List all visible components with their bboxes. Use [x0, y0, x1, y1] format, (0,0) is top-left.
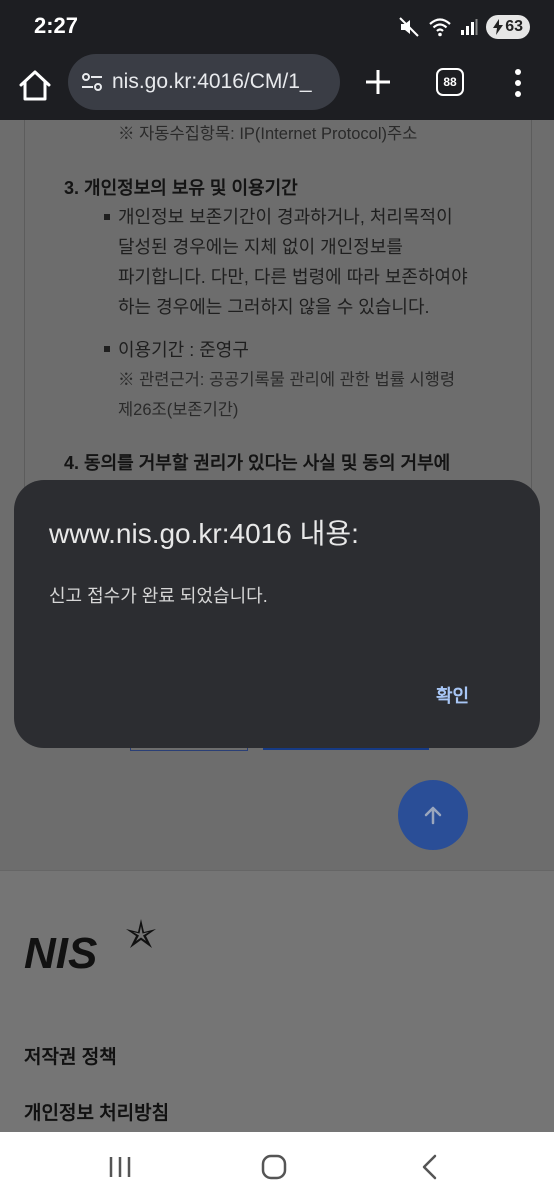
signal-icon: [461, 19, 478, 35]
basis-line: ※ 관련근거: 공공기록물 관리에 관한 법률 시행령: [118, 371, 456, 389]
star-icon: [126, 919, 156, 948]
dialog-message: 신고 접수가 완료 되었습니다.: [49, 586, 268, 606]
back-icon[interactable]: [416, 1152, 446, 1182]
bullet: [104, 214, 110, 220]
tab-switcher-button[interactable]: 88: [436, 68, 464, 96]
collection-note: ※ 자동수집항목: IP(Internet Protocol)주소: [118, 125, 418, 143]
url-text[interactable]: nis.go.kr:4016/CM/1_: [112, 70, 312, 94]
nis-logo[interactable]: NIS: [24, 918, 160, 974]
basis-line: 제26조(보존기간): [118, 401, 239, 419]
period-label: 이용기간 : 준영구: [118, 340, 249, 360]
footer-divider: [0, 870, 554, 871]
battery-indicator: 63: [486, 15, 530, 39]
system-nav-bar: [0, 1132, 554, 1200]
address-bar[interactable]: nis.go.kr:4016/CM/1_: [68, 54, 340, 110]
bullet: [104, 346, 110, 352]
logo-text: NIS: [24, 929, 97, 974]
browser-toolbar: nis.go.kr:4016/CM/1_ 88: [0, 54, 554, 120]
status-icons: 63: [398, 13, 530, 41]
tab-count: 88: [443, 75, 457, 89]
dialog-title: www.nis.go.kr:4016 내용:: [49, 518, 359, 549]
wifi-icon: [429, 18, 451, 37]
privacy-policy-link[interactable]: 개인정보 처리방침: [24, 1098, 169, 1125]
home-nav-icon[interactable]: [259, 1152, 289, 1182]
status-bar: 2:27 63: [0, 0, 554, 54]
scroll-to-top-button[interactable]: [398, 780, 468, 850]
retention-line: 개인정보 보존기간이 경과하거나, 처리목적이: [118, 207, 453, 227]
home-icon[interactable]: [16, 66, 54, 106]
recent-apps-icon[interactable]: [105, 1152, 135, 1182]
site-footer: NIS 저작권 정책 개인정보 처리방침: [0, 870, 554, 1132]
battery-level: 63: [505, 18, 523, 35]
mute-icon: [399, 17, 419, 37]
retention-line: 하는 경우에는 그러하지 않을 수 있습니다.: [118, 297, 430, 317]
section4-heading: 4. 동의를 거부할 권리가 있다는 사실 및 동의 거부에: [64, 453, 451, 473]
retention-line: 파기합니다. 다만, 다른 법령에 따라 보존하여야: [118, 267, 468, 287]
ok-button[interactable]: 확인: [430, 678, 475, 712]
copyright-policy-link[interactable]: 저작권 정책: [24, 1042, 117, 1069]
section3-heading: 3. 개인정보의 보유 및 이용기간: [64, 178, 298, 198]
alert-dialog: www.nis.go.kr:4016 내용: 신고 접수가 완료 되었습니다. …: [14, 480, 540, 748]
charging-icon: [493, 19, 504, 35]
site-settings-icon[interactable]: [80, 70, 104, 94]
retention-line: 달성된 경우에는 지체 없이 개인정보를: [118, 237, 403, 257]
more-options-icon[interactable]: [506, 66, 530, 100]
arrow-up-icon: [424, 806, 442, 825]
new-tab-icon[interactable]: [362, 66, 394, 98]
status-time: 2:27: [34, 13, 79, 38]
